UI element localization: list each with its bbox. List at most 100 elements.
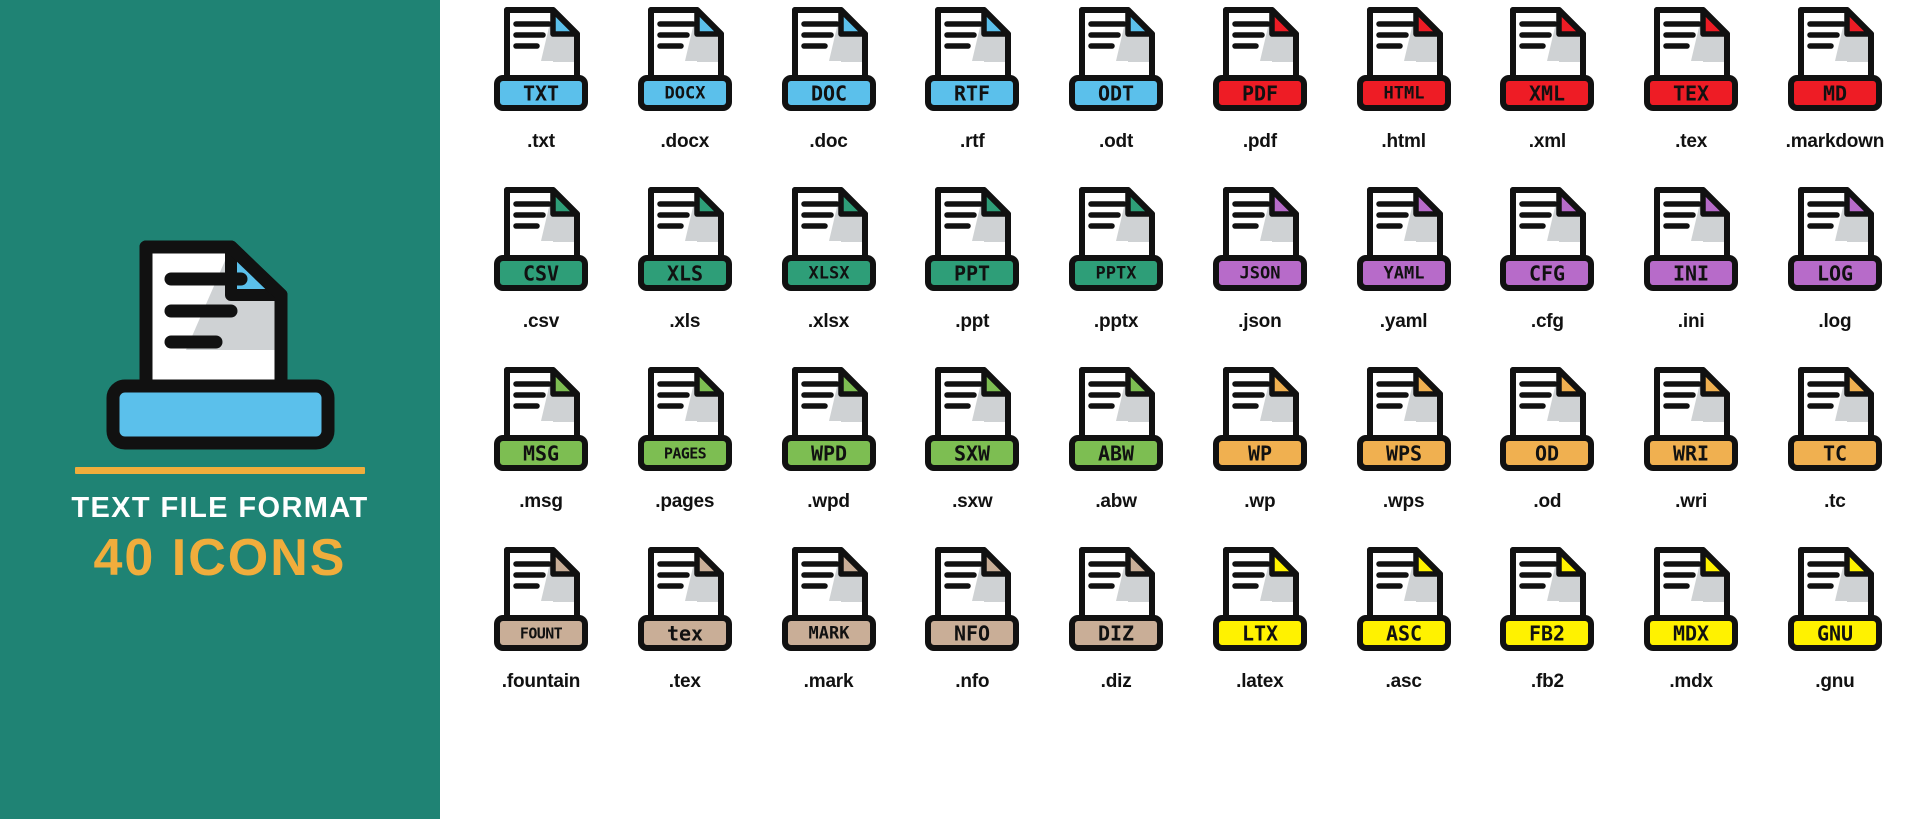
file-icon-abw[interactable]: ABW .abw	[1049, 364, 1183, 511]
file-icon-html[interactable]: HTML .html	[1337, 4, 1471, 151]
svg-text:DIZ: DIZ	[1098, 622, 1134, 646]
file-icon-cfg[interactable]: CFG .cfg	[1480, 184, 1614, 331]
file-document-icon-diz: DIZ	[1060, 544, 1172, 666]
file-icon-csv[interactable]: CSV .csv	[474, 184, 608, 331]
file-document-icon-wpd: WPD	[773, 364, 885, 486]
svg-text:PAGES: PAGES	[664, 445, 707, 463]
svg-text:HTML: HTML	[1383, 84, 1424, 104]
file-document-icon-msg: MSG	[485, 364, 597, 486]
svg-text:OD: OD	[1535, 442, 1559, 466]
file-icon-diz[interactable]: DIZ .diz	[1049, 544, 1183, 691]
svg-text:PPTX: PPTX	[1096, 264, 1138, 284]
file-extension-label: .markdown	[1785, 131, 1885, 152]
svg-text:MD: MD	[1823, 82, 1847, 106]
file-icon-mdx[interactable]: MDX .mdx	[1624, 544, 1758, 691]
file-icon-wpd[interactable]: WPD .wpd	[762, 364, 896, 511]
file-icon-wp[interactable]: WP .wp	[1193, 364, 1327, 511]
file-icon-gnu[interactable]: GNU .gnu	[1768, 544, 1902, 691]
file-icon-fb2[interactable]: FB2 .fb2	[1480, 544, 1614, 691]
file-document-icon-wps: WPS	[1348, 364, 1460, 486]
file-extension-label: .log	[1818, 311, 1852, 332]
file-extension-label: .wpd	[807, 491, 850, 512]
row-4: FOUNT .fountain tex .tex MARK .mark NFO .nfo DIZ…	[468, 544, 1908, 724]
file-extension-label: .xml	[1528, 131, 1566, 152]
file-icon-od[interactable]: OD .od	[1480, 364, 1614, 511]
file-icon-pptx[interactable]: PPTX .pptx	[1049, 184, 1183, 331]
file-icon-docx[interactable]: DOCX .docx	[618, 4, 752, 151]
file-icon-doc[interactable]: DOC .doc	[762, 4, 896, 151]
svg-text:XML: XML	[1529, 82, 1565, 106]
file-icon-nfo[interactable]: NFO .nfo	[905, 544, 1039, 691]
svg-text:GNU: GNU	[1817, 622, 1853, 646]
file-document-icon-tc: TC	[1779, 364, 1891, 486]
file-icon-yaml[interactable]: YAML .yaml	[1337, 184, 1471, 331]
file-document-icon-tex: tex	[629, 544, 741, 666]
file-icon-rtf[interactable]: RTF .rtf	[905, 4, 1039, 151]
file-extension-label: .yaml	[1379, 311, 1428, 332]
file-extension-label: .sxw	[952, 491, 993, 512]
file-extension-label: .abw	[1095, 491, 1137, 512]
file-icon-xlsx[interactable]: XLSX .xlsx	[762, 184, 896, 331]
file-document-icon-pdf: PDF	[1204, 4, 1316, 126]
file-icon-sxw[interactable]: SXW .sxw	[905, 364, 1039, 511]
file-extension-label: .wp	[1244, 491, 1276, 512]
file-document-icon-ppt: PPT	[916, 184, 1028, 306]
file-document-icon-json: JSON	[1204, 184, 1316, 306]
file-document-icon-txt: TXT	[485, 4, 597, 126]
file-document-icon-nfo: NFO	[916, 544, 1028, 666]
file-icon-xls[interactable]: XLS .xls	[618, 184, 752, 331]
file-icon-pdf[interactable]: PDF .pdf	[1193, 4, 1327, 151]
svg-text:ODT: ODT	[1098, 82, 1134, 106]
file-icon-tex[interactable]: TEX .tex	[1624, 4, 1758, 151]
file-icon-xml[interactable]: XML .xml	[1480, 4, 1614, 151]
file-extension-label: .tc	[1824, 491, 1846, 512]
file-icon-tc[interactable]: TC .tc	[1768, 364, 1902, 511]
file-document-icon-log: LOG	[1779, 184, 1891, 306]
svg-text:ASC: ASC	[1386, 622, 1422, 646]
file-document-icon-rtf: RTF	[916, 4, 1028, 126]
file-icon-ini[interactable]: INI .ini	[1624, 184, 1758, 331]
file-icon-asc[interactable]: ASC .asc	[1337, 544, 1471, 691]
file-extension-label: .ppt	[955, 311, 990, 332]
file-icon-tex[interactable]: tex .tex	[618, 544, 752, 691]
file-icon-msg[interactable]: MSG .msg	[474, 364, 608, 511]
row-2: CSV .csv XLS .xls XLSX .xlsx PPT .ppt PPTX .pptx J…	[468, 184, 1908, 364]
file-extension-label: .pdf	[1242, 131, 1277, 152]
svg-text:DOCX: DOCX	[664, 84, 706, 104]
file-icon-fount[interactable]: FOUNT .fountain	[474, 544, 608, 691]
svg-text:WPS: WPS	[1386, 442, 1422, 466]
file-icon-odt[interactable]: ODT .odt	[1049, 4, 1183, 151]
file-extension-label: .odt	[1099, 131, 1134, 152]
file-document-icon-fount: FOUNT	[485, 544, 597, 666]
text-file-document-icon	[68, 232, 373, 450]
svg-text:tex: tex	[667, 622, 703, 646]
file-extension-label: .doc	[809, 131, 848, 152]
file-icon-md[interactable]: MD .markdown	[1768, 4, 1902, 151]
svg-text:TC: TC	[1823, 442, 1847, 466]
file-extension-label: .json	[1238, 311, 1282, 332]
file-document-icon-xlsx: XLSX	[773, 184, 885, 306]
file-icon-wri[interactable]: WRI .wri	[1624, 364, 1758, 511]
file-document-icon-mdx: MDX	[1635, 544, 1747, 666]
file-icon-ltx[interactable]: LTX .latex	[1193, 544, 1327, 691]
file-icon-log[interactable]: LOG .log	[1768, 184, 1902, 331]
file-icon-pages[interactable]: PAGES .pages	[618, 364, 752, 511]
file-icon-wps[interactable]: WPS .wps	[1337, 364, 1471, 511]
file-icon-mark[interactable]: MARK .mark	[762, 544, 896, 691]
icon-grid: TXT .txt DOCX .docx DOC .doc RTF .rtf ODT .odt PDF…	[440, 0, 1920, 819]
file-document-icon-ini: INI	[1635, 184, 1747, 306]
file-icon-txt[interactable]: TXT .txt	[474, 4, 608, 151]
file-document-icon-wp: WP	[1204, 364, 1316, 486]
file-document-icon-od: OD	[1491, 364, 1603, 486]
file-extension-label: .asc	[1385, 671, 1422, 692]
svg-text:FB2: FB2	[1529, 622, 1565, 646]
svg-text:MSG: MSG	[523, 442, 559, 466]
file-icon-json[interactable]: JSON .json	[1193, 184, 1327, 331]
file-extension-label: .diz	[1100, 671, 1132, 692]
file-icon-ppt[interactable]: PPT .ppt	[905, 184, 1039, 331]
svg-text:DOC: DOC	[810, 82, 846, 106]
svg-text:TEX: TEX	[1673, 82, 1709, 106]
svg-text:MDX: MDX	[1673, 622, 1709, 646]
cover-divider	[75, 466, 365, 474]
file-extension-label: .msg	[519, 491, 563, 512]
